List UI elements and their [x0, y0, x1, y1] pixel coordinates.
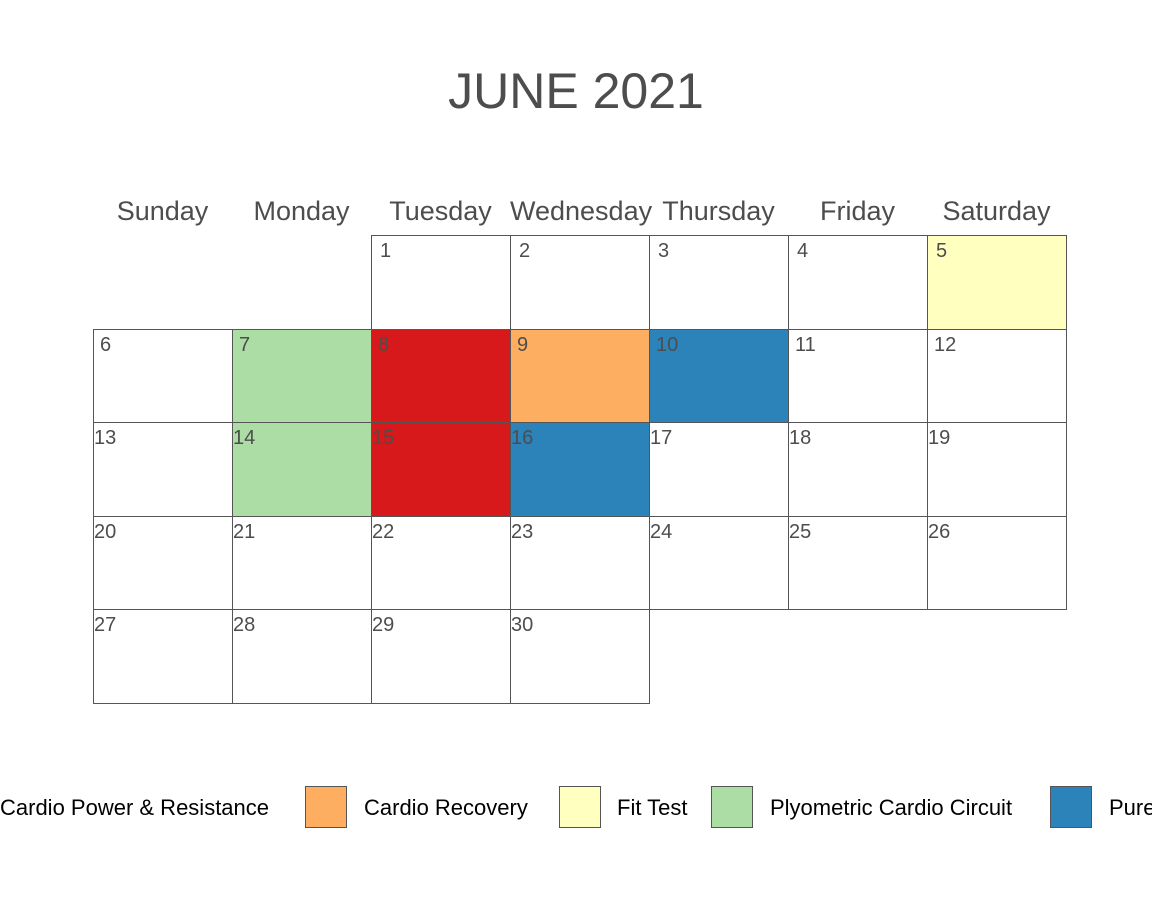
calendar-day-cell: 23 [510, 515, 650, 611]
day-number: 1 [380, 240, 392, 262]
calendar-day-cell: 14 [232, 422, 372, 517]
day-number: 28 [233, 614, 256, 637]
day-number: 29 [372, 614, 395, 637]
day-number: 30 [511, 614, 534, 637]
day-number: 9 [517, 333, 529, 356]
calendar-day-cell: 13 [93, 422, 233, 517]
calendar-day-cell: 28 [232, 609, 372, 704]
calendar-day-cell: 12 [927, 328, 1067, 424]
day-number: 20 [94, 520, 117, 543]
weekday-label: Saturday [942, 196, 1051, 226]
calendar-day-cell: 10 [649, 328, 789, 424]
day-number: 5 [936, 240, 948, 262]
day-number: 16 [511, 427, 534, 450]
day-number: 13 [94, 427, 117, 450]
calendar-day-cell: 2 [510, 235, 650, 330]
legend-label: Cardio Power & Resistance [0, 795, 270, 820]
calendar-day-cell: 11 [788, 328, 928, 424]
weekday-label: Thursday [662, 196, 775, 226]
legend-swatch [559, 786, 601, 828]
day-number: 10 [656, 333, 679, 356]
day-number: 22 [372, 520, 395, 543]
calendar-day-cell: 3 [649, 235, 789, 330]
day-number: 15 [372, 427, 395, 450]
legend-swatch [305, 786, 347, 828]
calendar-day-cell: 6 [93, 328, 233, 424]
day-number: 12 [934, 333, 957, 356]
legend-label: Pure [1109, 795, 1152, 820]
calendar-day-cell: 9 [510, 328, 650, 424]
day-number: 4 [797, 240, 809, 262]
day-number: 8 [378, 333, 390, 356]
calendar-day-cell: 29 [371, 609, 511, 704]
day-number: 21 [233, 520, 256, 543]
legend-label: Plyometric Cardio Circuit [770, 795, 1013, 820]
calendar-day-cell: 19 [927, 422, 1067, 517]
calendar-day-cell: 7 [232, 328, 372, 424]
weekday-label: Sunday [116, 196, 209, 226]
weekday-label: Friday [819, 196, 895, 226]
calendar-day-cell: 30 [510, 609, 650, 704]
calendar-day-cell: 5 [927, 235, 1067, 330]
calendar-day-cell: 25 [788, 515, 928, 611]
legend-swatch [711, 786, 753, 828]
calendar-day-cell: 20 [93, 515, 233, 611]
chart-title: JUNE 2021 [448, 63, 704, 119]
day-number: 11 [795, 333, 816, 356]
legend-swatch [1050, 786, 1092, 828]
calendar-day-cell: 26 [927, 515, 1067, 611]
calendar-day-cell: 4 [788, 235, 928, 330]
calendar-day-cell: 27 [93, 609, 233, 704]
calendar-day-cell: 24 [649, 515, 789, 611]
weekday-label: Wednesday [510, 196, 653, 226]
calendar-day-cell: 15 [371, 422, 511, 517]
weekday-label: Tuesday [389, 196, 492, 226]
day-number: 3 [658, 240, 670, 262]
calendar-day-cell: 22 [371, 515, 511, 611]
calendar-day-cell: 21 [232, 515, 372, 611]
day-number: 18 [789, 427, 812, 450]
day-number: 14 [233, 427, 256, 450]
day-number: 17 [650, 427, 673, 450]
calendar-day-cell: 18 [788, 422, 928, 517]
calendar-day-cell: 1 [371, 235, 511, 330]
day-number: 6 [100, 333, 112, 356]
day-number: 19 [928, 427, 951, 450]
day-number: 26 [928, 520, 951, 543]
calendar-day-cell: 16 [510, 422, 650, 517]
calendar-chart: JUNE 2021 Sunday Monday Tuesday Wednesday Th… [0, 0, 1152, 921]
calendar-day-cell: 8 [371, 328, 511, 424]
day-number: 23 [511, 520, 534, 543]
day-number: 7 [239, 333, 251, 356]
legend-label: Fit Test [617, 795, 688, 820]
day-number: 27 [94, 614, 117, 637]
day-number: 25 [789, 520, 812, 543]
day-number: 24 [650, 520, 673, 543]
calendar-day-cell: 17 [649, 422, 789, 517]
weekday-label: Monday [253, 196, 350, 226]
day-number: 2 [519, 240, 531, 262]
legend-label: Cardio Recovery [364, 795, 528, 820]
